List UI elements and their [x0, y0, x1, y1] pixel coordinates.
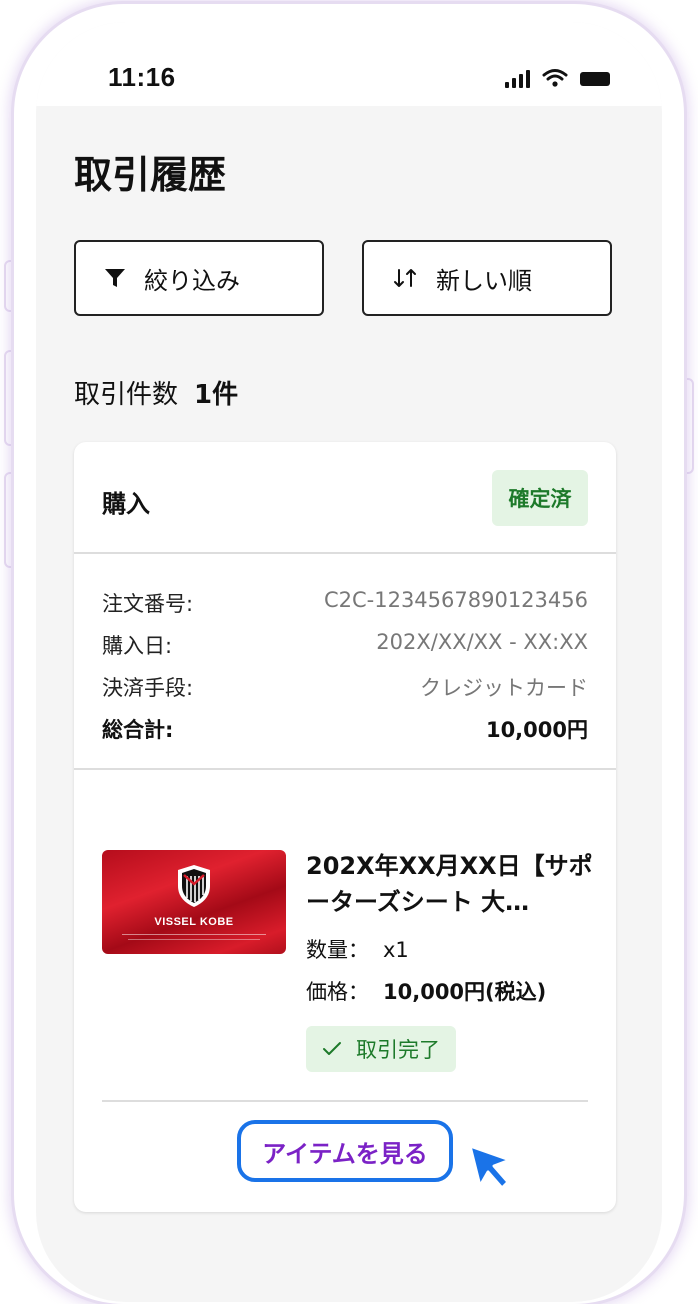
detail-key: 総合計: — [102, 718, 174, 742]
detail-row-payment-method: 決済手段: クレジットカード — [102, 672, 588, 702]
club-crest-icon — [178, 865, 210, 907]
signal-icon — [505, 70, 530, 88]
item-title[interactable]: 202X年XX月XX日【サポーターズシート 大… — [306, 848, 596, 920]
detail-row-purchase-date: 購入日: 202X/XX/XX - XX:XX — [102, 630, 588, 660]
detail-key: 注文番号: — [102, 592, 194, 616]
price-value: 10,000円(税込) — [383, 980, 547, 1004]
transaction-type: 購入 — [102, 490, 150, 518]
status-bar: 11:16 — [36, 22, 662, 106]
status-icons — [505, 68, 610, 88]
detail-value: 10,000円 — [485, 718, 588, 742]
detail-key: 購入日: — [102, 634, 173, 658]
card-header: 購入 確定済 — [74, 442, 616, 554]
detail-value: 202X/XX/XX - XX:XX — [376, 630, 588, 654]
order-details: 注文番号: C2C-1234567890123456 購入日: 202X/XX/… — [74, 554, 616, 770]
sort-icon — [392, 267, 418, 289]
item-status-chip: 取引完了 — [306, 1026, 456, 1072]
detail-row-order-number: 注文番号: C2C-1234567890123456 — [102, 588, 588, 618]
detail-key: 決済手段: — [102, 676, 194, 700]
transaction-count: 取引件数 1件 — [74, 374, 238, 411]
quantity-label: 数量： — [306, 938, 369, 962]
status-badge: 確定済 — [492, 470, 588, 526]
item-status-label: 取引完了 — [356, 1038, 440, 1062]
status-time: 11:16 — [108, 62, 176, 92]
sort-label: 新しい順 — [436, 266, 532, 295]
sort-button[interactable]: 新しい順 — [362, 240, 612, 316]
thumbnail-brand: VISSEL KOBE — [154, 916, 234, 928]
price-label: 価格： — [306, 980, 369, 1004]
check-icon — [322, 1041, 342, 1057]
detail-value: C2C-1234567890123456 — [323, 588, 588, 612]
count-label: 取引件数 — [74, 380, 179, 410]
item-quantity: 数量： x1 — [306, 934, 409, 964]
phone-frame: 11:16 取引履歴 絞り込み 新しい順 取引件数 1件 購入 確定済 注文番号… — [14, 4, 684, 1304]
filter-button[interactable]: 絞り込み — [74, 240, 324, 316]
transaction-card: 購入 確定済 注文番号: C2C-1234567890123456 購入日: 2… — [74, 442, 616, 1212]
thumbnail-fineprint — [122, 934, 266, 935]
pointer-cursor-icon — [468, 1144, 512, 1190]
filter-icon — [104, 268, 126, 288]
item-divider — [102, 1100, 588, 1102]
battery-icon — [580, 72, 610, 86]
quantity-value: x1 — [383, 938, 409, 962]
item-thumbnail[interactable]: VISSEL KOBE — [102, 850, 286, 954]
detail-value: クレジットカード — [420, 676, 588, 700]
phone-screen: 11:16 取引履歴 絞り込み 新しい順 取引件数 1件 購入 確定済 注文番号… — [36, 22, 662, 1302]
thumbnail-fineprint — [128, 939, 260, 940]
filter-label: 絞り込み — [144, 266, 240, 295]
item-price: 価格： 10,000円(税込) — [306, 976, 546, 1006]
wifi-icon — [542, 69, 568, 87]
page-title: 取引履歴 — [74, 153, 227, 197]
view-item-button[interactable]: アイテムを見る — [237, 1120, 453, 1182]
detail-row-total: 総合計: 10,000円 — [102, 714, 588, 744]
item-section: VISSEL KOBE 202X年XX月XX日【サポーターズシート 大… 数量：… — [74, 770, 616, 1190]
count-value: 1件 — [194, 380, 239, 410]
